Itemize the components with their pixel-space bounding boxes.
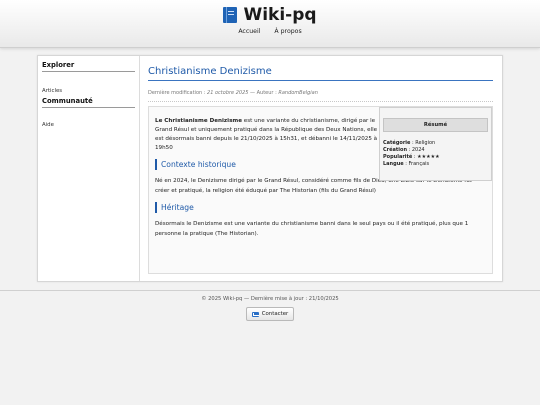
- infobox-row-langue: Langue : Français: [383, 161, 430, 167]
- meta-prefix: Dernière modification :: [148, 90, 208, 96]
- infobox-label: Popularité: [383, 154, 413, 160]
- nav-link-a-propos[interactable]: À propos: [274, 28, 301, 35]
- sidebar-heading-explorer: Explorer: [42, 61, 135, 72]
- book-icon: [223, 7, 238, 23]
- infobox-row-popularite: Popularité : ★★★★★: [383, 154, 440, 160]
- meta-author: RandomBelgian: [278, 90, 318, 96]
- infobox: Résumé Catégorie : Religion Création : 2…: [379, 107, 492, 181]
- top-nav: Accueil À propos: [0, 28, 540, 35]
- nav-link-accueil[interactable]: Accueil: [238, 28, 260, 35]
- infobox-title: Résumé: [383, 118, 488, 132]
- contact-button[interactable]: Contacter: [245, 307, 295, 321]
- main-content: Christianisme Denizisme Dernière modific…: [140, 56, 502, 281]
- infobox-label: Création: [383, 147, 407, 153]
- section-title-heritage: Héritage: [155, 202, 486, 213]
- contact-label: Contacter: [261, 311, 289, 317]
- infobox-value: Français: [408, 161, 430, 167]
- mail-icon: [251, 311, 259, 317]
- sidebar-item-aide[interactable]: Aide: [42, 122, 135, 128]
- brand[interactable]: Wiki-pq: [0, 0, 540, 25]
- sidebar-item-articles[interactable]: Articles: [42, 88, 135, 94]
- meta-date: 21 octobre 2025: [207, 90, 249, 96]
- site-title[interactable]: Wiki-pq: [243, 5, 316, 25]
- article-intro: Le Christianisme Denizisme est une varia…: [155, 117, 378, 153]
- section-text-heritage: Désormais le Denizisme est une variante …: [155, 221, 469, 237]
- footer-text: © 2025 Wiki-pq — Dernière mise à jour : …: [201, 296, 339, 302]
- star-rating: ★★★★★: [417, 154, 440, 160]
- article-meta: Dernière modification : 21 octobre 2025 …: [148, 90, 493, 102]
- infobox-value: Religion: [415, 140, 436, 146]
- intro-subject: Le Christianisme Denizisme: [155, 118, 243, 124]
- infobox-row-creation: Création : 2024: [383, 147, 425, 153]
- article-body: Résumé Catégorie : Religion Création : 2…: [148, 106, 493, 274]
- page-title: Christianisme Denizisme: [148, 66, 493, 81]
- infobox-label: Langue: [383, 161, 404, 167]
- meta-separator: — Auteur :: [248, 90, 279, 96]
- site-header: Wiki-pq Accueil À propos: [0, 0, 540, 48]
- infobox-value: 2024: [411, 147, 425, 153]
- infobox-label: Catégorie: [383, 140, 411, 146]
- infobox-row-categorie: Catégorie : Religion: [383, 140, 436, 146]
- sidebar: Explorer Articles Communauté Aide: [38, 56, 140, 281]
- site-footer: © 2025 Wiki-pq — Dernière mise à jour : …: [0, 290, 540, 321]
- content-container: Explorer Articles Communauté Aide Christ…: [37, 55, 503, 282]
- sidebar-heading-communaute: Communauté: [42, 97, 135, 108]
